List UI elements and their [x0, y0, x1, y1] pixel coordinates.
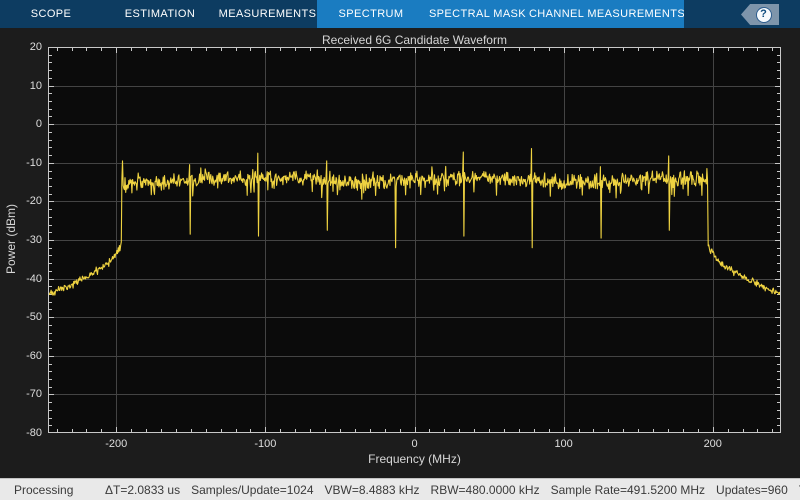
tab-spectral-mask[interactable]: SPECTRAL MASK: [425, 0, 530, 28]
x-tick-label: -100: [240, 438, 290, 450]
x-tick-label: -200: [91, 438, 141, 450]
x-tick-label: 100: [539, 438, 589, 450]
tab-measurements[interactable]: MEASUREMENTS: [218, 0, 317, 28]
y-tick-label: -60: [4, 350, 42, 362]
status-bar: Processing ΔT=2.0833 us Samples/Update=10…: [0, 478, 800, 500]
y-tick-label: -20: [4, 195, 42, 207]
y-tick-label: 10: [4, 80, 42, 92]
status-field: RBW=480.0000 kHz: [431, 483, 540, 497]
y-tick-label: -10: [4, 157, 42, 169]
status-field: Updates=960: [716, 483, 788, 497]
y-tick-label: 20: [4, 41, 42, 53]
figure-area: Received 6G Candidate Waveform Frequency…: [0, 28, 800, 478]
y-tick-label: -80: [4, 427, 42, 439]
toolstrip-tabbar: SCOPEESTIMATIONMEASUREMENTSSPECTRUMSPECT…: [0, 0, 800, 28]
y-tick-label: -40: [4, 273, 42, 285]
x-axis-label: Frequency (MHz): [48, 452, 781, 466]
status-field: ΔT=2.0833 us: [105, 483, 180, 497]
y-tick-label: -30: [4, 234, 42, 246]
y-tick-label: -70: [4, 388, 42, 400]
status-fields: ΔT=2.0833 us Samples/Update=1024 VBW=8.488…: [105, 483, 800, 497]
y-tick-label: 0: [4, 118, 42, 130]
tab-estimation[interactable]: ESTIMATION: [102, 0, 218, 28]
spectrum-analyzer-window: SCOPEESTIMATIONMEASUREMENTSSPECTRUMSPECT…: [0, 0, 800, 500]
spectrum-plot: [48, 47, 781, 433]
plot-canvas[interactable]: [48, 47, 781, 433]
status-field: Sample Rate=491.5200 MHz: [551, 483, 705, 497]
x-tick-label: 0: [390, 438, 440, 450]
x-tick-label: 200: [688, 438, 738, 450]
tab-spectrum[interactable]: SPECTRUM: [317, 0, 425, 28]
status-state: Processing: [14, 483, 105, 497]
plot-title: Received 6G Candidate Waveform: [48, 33, 781, 47]
help-icon: ?: [756, 7, 772, 23]
tab-scope[interactable]: SCOPE: [0, 0, 102, 28]
tab-channel-measurements[interactable]: CHANNEL MEASUREMENTS: [530, 0, 684, 28]
y-tick-label: -50: [4, 311, 42, 323]
status-field: VBW=8.4883 kHz: [325, 483, 420, 497]
status-field: Samples/Update=1024: [191, 483, 313, 497]
